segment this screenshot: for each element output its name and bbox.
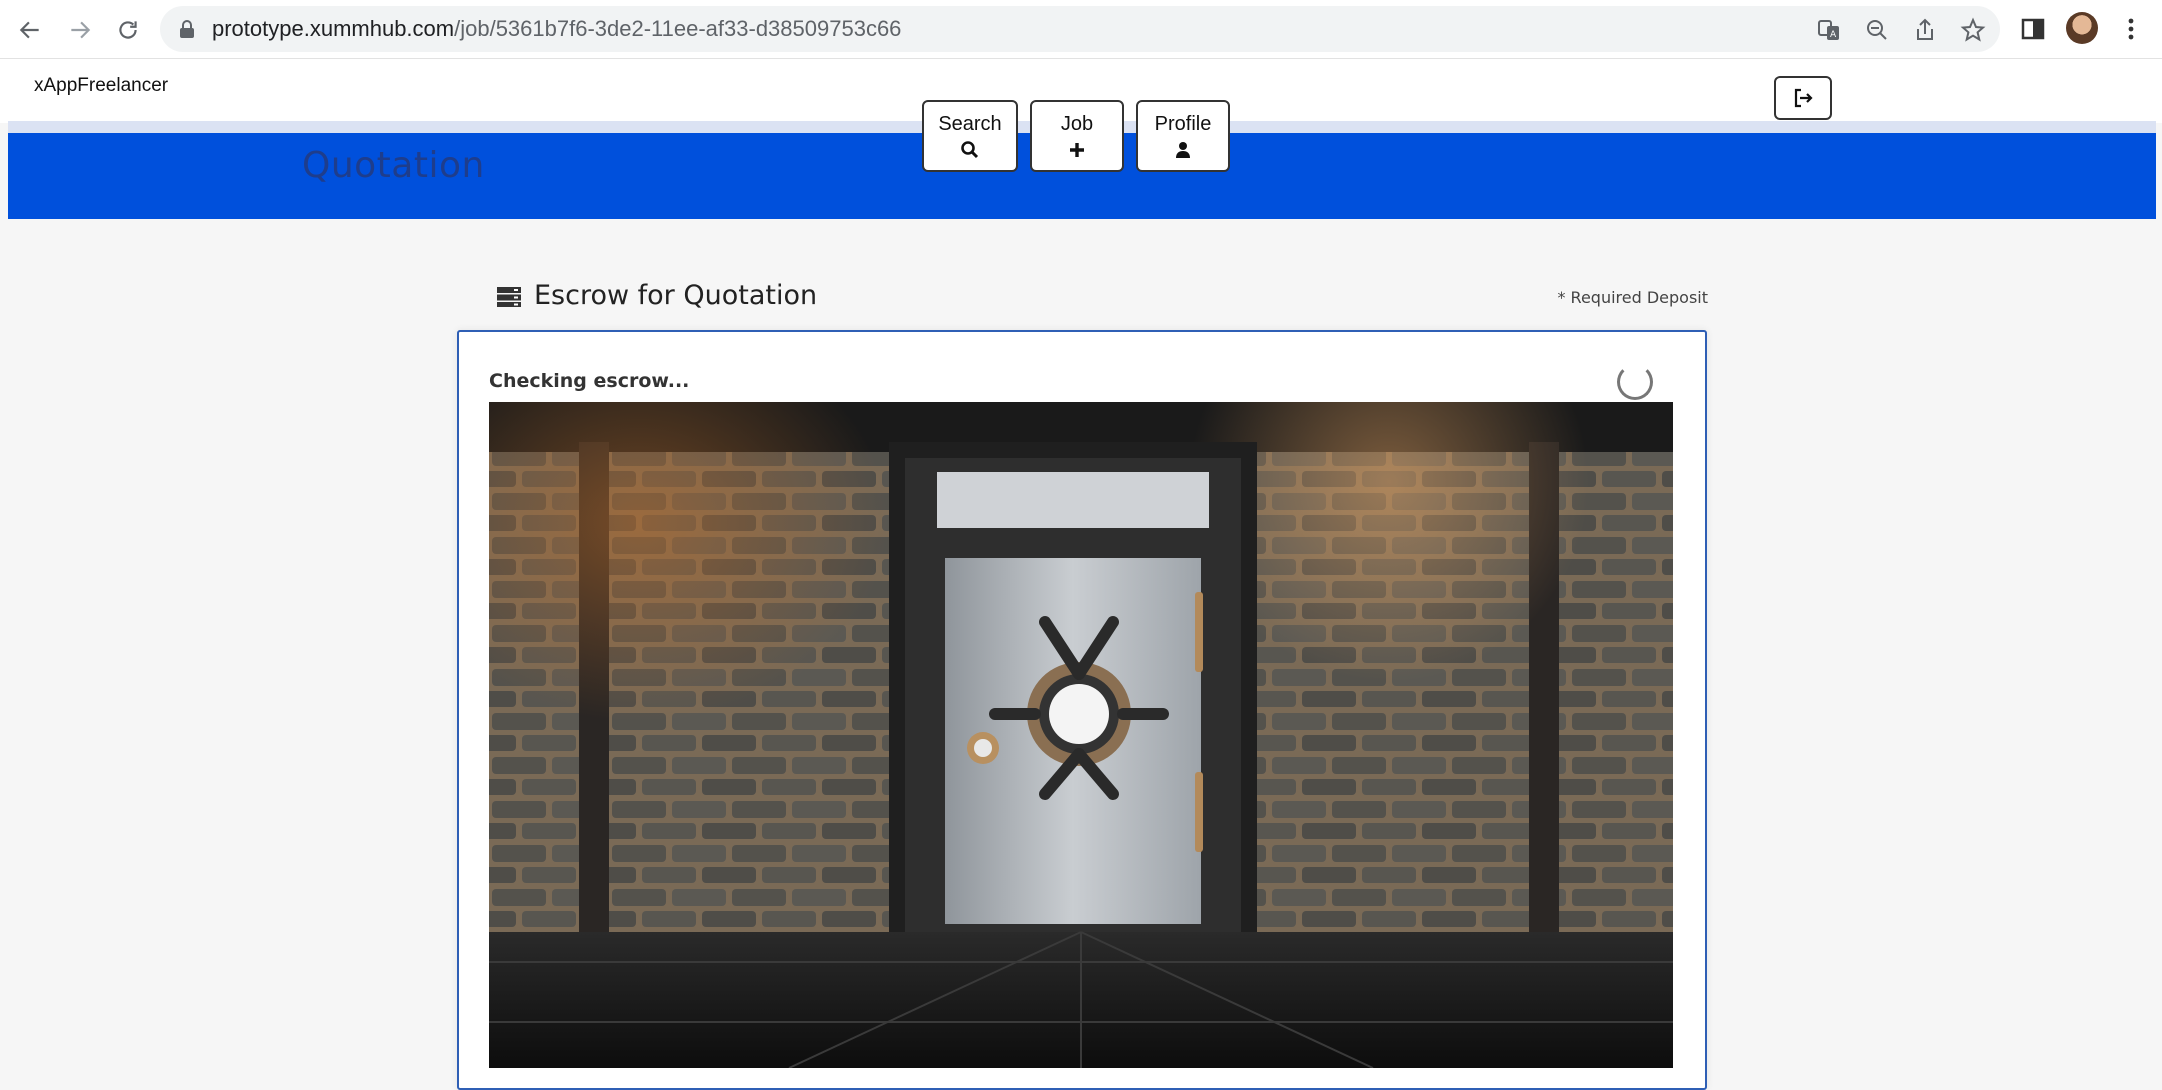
required-deposit-note: * Required Deposit [1557,288,1708,307]
side-panel-icon[interactable] [2018,14,2048,44]
nav-search-label: Search [938,112,1002,135]
nav-profile-label: Profile [1154,112,1212,135]
section-title: Escrow for Quotation [534,280,818,311]
forward-button[interactable] [62,12,98,48]
plus-icon [1070,142,1084,157]
profile-avatar[interactable] [2066,12,2098,44]
server-icon [497,287,521,307]
section-header: Escrow for Quotation * Required Deposit [494,280,1708,316]
star-icon[interactable] [1960,17,1986,43]
sign-out-icon [1794,88,1813,108]
reload-icon [119,21,137,39]
loading-spinner [1617,364,1653,400]
main-nav: Search Job Profile [922,100,1230,176]
vault-illustration [489,402,1673,1068]
zoom-out-icon[interactable] [1864,17,1890,43]
more-menu-icon[interactable] [2116,14,2146,44]
nav-job-label: Job [1060,112,1094,135]
brand-name[interactable]: xAppFreelancer [34,75,168,97]
nav-search-button[interactable]: Search [922,100,1018,172]
translate-icon[interactable]: A [1816,17,1842,43]
share-icon[interactable] [1912,17,1938,43]
reload-button[interactable] [110,12,146,48]
arrow-left-icon [19,21,39,39]
svg-text:A: A [1830,30,1837,40]
lock-icon [180,20,194,38]
escrow-card: Checking escrow... [457,330,1707,1090]
arrow-right-icon [71,21,91,39]
back-button[interactable] [12,12,48,48]
url-text[interactable]: prototype.xummhub.com/job/5361b7f6-3de2-… [212,6,901,52]
page-title: Quotation [302,145,485,186]
nav-profile-button[interactable]: Profile [1136,100,1230,172]
search-icon [961,140,979,158]
browser-toolbar: prototype.xummhub.com/job/5361b7f6-3de2-… [0,0,2162,59]
nav-job-button[interactable]: Job [1030,100,1124,172]
escrow-status-text: Checking escrow... [489,370,690,392]
address-bar[interactable]: prototype.xummhub.com/job/5361b7f6-3de2-… [160,6,2000,52]
logout-button[interactable] [1774,76,1832,120]
user-icon [1176,141,1190,158]
